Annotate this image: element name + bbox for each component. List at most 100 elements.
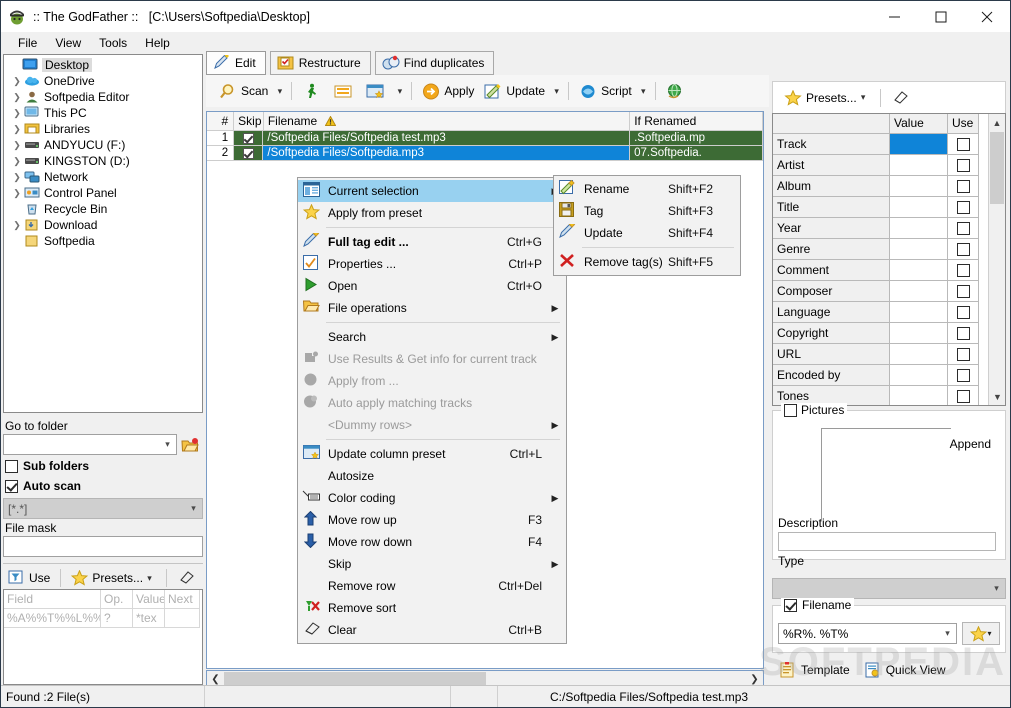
chevron-down-icon[interactable]: ▾ (185, 499, 202, 518)
column-filename[interactable]: Filename (263, 112, 631, 131)
chevron-right-icon[interactable]: ❯ (10, 169, 24, 185)
tag-use-cell[interactable] (948, 302, 979, 323)
tree-node-desktop[interactable]: Desktop (6, 57, 202, 73)
table-row[interactable]: Album (773, 176, 988, 197)
table-row[interactable]: URL (773, 344, 988, 365)
use-checkbox[interactable] (956, 326, 970, 340)
scan-dropdown-arrow[interactable]: ▾ (273, 86, 286, 97)
context-submenu[interactable]: Rename Shift+F2 Tag Shift+F3 Update Shif… (553, 175, 741, 276)
filter-presets-button[interactable]: Presets... ▾ (66, 568, 161, 588)
scroll-left-arrow[interactable]: ❮ (207, 674, 224, 685)
scroll-down-arrow[interactable]: ▼ (989, 388, 1005, 405)
scroll-right-arrow[interactable]: ❯ (746, 674, 763, 685)
tree-node-network[interactable]: ❯ Network (6, 169, 202, 185)
submenu-item-tag[interactable]: Tag Shift+F3 (554, 200, 740, 222)
chevron-down-icon[interactable]: ▾ (143, 573, 156, 584)
file-mask-input[interactable] (3, 536, 203, 558)
update-button[interactable]: Update (479, 79, 550, 103)
tree-node-this-pc[interactable]: ❯ This PC (6, 105, 202, 121)
menu-item-open[interactable]: Open Ctrl+O (298, 275, 566, 297)
menu-item-skip[interactable]: Skip ▶ (298, 553, 566, 575)
scrollbar-thumb[interactable] (990, 132, 1004, 204)
chevron-down-icon[interactable]: ▾ (939, 624, 956, 643)
use-checkbox[interactable] (956, 221, 970, 235)
picture-preview[interactable] (821, 428, 951, 520)
tab-find-duplicates[interactable]: Find duplicates (374, 51, 495, 75)
tag-field-value[interactable] (890, 155, 948, 176)
tag-field-value[interactable] (890, 281, 948, 302)
skip-checkbox[interactable] (242, 132, 254, 144)
menu-item-current-selection[interactable]: Current selection ▶ (298, 180, 566, 202)
use-checkbox[interactable] (956, 263, 970, 277)
tag-field-value[interactable] (890, 176, 948, 197)
use-checkbox[interactable] (956, 347, 970, 361)
table-row[interactable]: Composer (773, 281, 988, 302)
filename-checkbox[interactable]: Filename (781, 598, 855, 612)
minimize-button[interactable] (872, 1, 918, 32)
menu-item-autosize[interactable]: Autosize (298, 465, 566, 487)
file-mask-select[interactable]: [*.*] ▾ (3, 498, 203, 520)
use-checkbox[interactable] (956, 284, 970, 298)
use-checkbox[interactable] (956, 305, 970, 319)
filter-table[interactable]: Field Op. Value Next %A%%T%%L%% ? *tex (3, 588, 203, 686)
open-folder-icon[interactable] (177, 437, 203, 453)
chevron-right-icon[interactable]: ❯ (10, 121, 24, 137)
context-menu[interactable]: Current selection ▶ Apply from preset Fu… (297, 177, 567, 644)
description-input[interactable] (778, 532, 996, 551)
chevron-right-icon[interactable]: ❯ (10, 137, 24, 153)
filter-use-button[interactable]: Use (3, 568, 55, 588)
menu-item-remove-sort[interactable]: Remove sort (298, 597, 566, 619)
script-button[interactable]: Script (574, 79, 637, 103)
tree-node-onedrive[interactable]: ❯ OneDrive (6, 73, 202, 89)
scan-button[interactable]: Scan (214, 79, 273, 103)
cell-skip[interactable] (234, 146, 264, 161)
use-checkbox[interactable] (956, 179, 970, 193)
menu-item-properties[interactable]: Properties ... Ctrl+P (298, 253, 566, 275)
script-dropdown-arrow[interactable]: ▾ (637, 86, 650, 97)
tag-table-scrollbar[interactable]: ▲ ▼ (988, 114, 1005, 405)
tag-use-cell[interactable] (948, 260, 979, 281)
column-number[interactable]: # (207, 112, 235, 131)
tag-use-cell[interactable] (948, 176, 979, 197)
table-row[interactable]: Encoded by (773, 365, 988, 386)
table-row[interactable]: Comment (773, 260, 988, 281)
window-star-dropdown-arrow[interactable]: ▾ (393, 86, 406, 97)
tab-edit[interactable]: Edit (206, 51, 266, 75)
tag-use-cell[interactable] (948, 239, 979, 260)
pictures-checkbox[interactable]: Pictures (781, 403, 848, 417)
chevron-right-icon[interactable]: ❯ (10, 105, 24, 121)
menu-help[interactable]: Help (136, 34, 179, 52)
use-checkbox[interactable] (956, 242, 970, 256)
column-skip[interactable]: Skip (234, 112, 264, 131)
sub-folders-checkbox[interactable]: Sub folders (5, 457, 203, 475)
chevron-right-icon[interactable]: ❯ (10, 217, 24, 233)
chevron-right-icon[interactable]: ❯ (10, 185, 24, 201)
menu-item-search[interactable]: Search ▶ (298, 326, 566, 348)
tag-use-cell[interactable] (948, 134, 979, 155)
tag-use-cell[interactable] (948, 386, 979, 405)
list-button[interactable] (329, 79, 361, 103)
tag-table[interactable]: Value Use Track Artist Album Title Year … (772, 113, 1006, 406)
tag-field-value[interactable] (890, 344, 948, 365)
table-row[interactable]: Language (773, 302, 988, 323)
table-row[interactable]: Track (773, 134, 988, 155)
table-row[interactable]: Title (773, 197, 988, 218)
filter-clear-button[interactable] (172, 568, 200, 588)
table-row[interactable]: Artist (773, 155, 988, 176)
use-checkbox[interactable] (956, 200, 970, 214)
tag-field-value[interactable] (890, 197, 948, 218)
chevron-right-icon[interactable]: ❯ (10, 89, 24, 105)
chevron-down-icon[interactable]: ▾ (857, 92, 870, 103)
tree-node-recycle-bin[interactable]: Recycle Bin (6, 201, 202, 217)
goto-folder-input[interactable]: ▾ (3, 434, 177, 456)
menu-item-full-tag-edit[interactable]: Full tag edit ... Ctrl+G (298, 230, 566, 253)
table-row[interactable]: Year (773, 218, 988, 239)
scroll-up-arrow[interactable]: ▲ (989, 114, 1005, 131)
type-select[interactable]: ▾ (772, 578, 1006, 599)
tag-use-cell[interactable] (948, 281, 979, 302)
tree-node-libraries[interactable]: ❯ Libraries (6, 121, 202, 137)
chevron-right-icon[interactable]: ❯ (10, 153, 24, 169)
tab-restructure[interactable]: Restructure (269, 51, 371, 75)
skip-checkbox[interactable] (242, 147, 254, 159)
tag-field-value[interactable] (890, 302, 948, 323)
